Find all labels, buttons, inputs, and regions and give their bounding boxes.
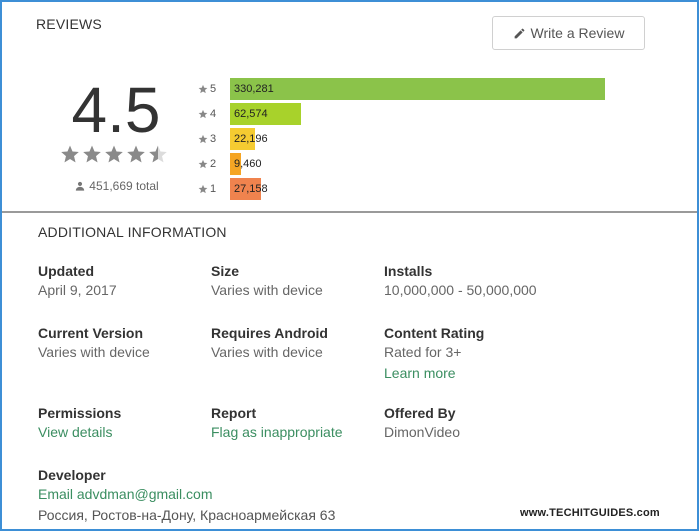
total-ratings-text: 451,669 total <box>89 179 159 193</box>
size-block: Size Varies with device <box>211 262 323 301</box>
current-version-label: Current Version <box>38 325 144 341</box>
histogram-count: 22,196 <box>234 133 268 145</box>
star-icon <box>198 109 208 119</box>
star-icon <box>198 159 208 169</box>
star-full-icon <box>83 145 101 163</box>
offered-by-block: Offered By DimonVideo <box>384 404 460 443</box>
star-icon <box>198 134 208 144</box>
developer-block: Developer Email advdman@gmail.com Россия… <box>38 466 335 526</box>
histogram-row-2: 2 9,460 <box>198 153 262 175</box>
histogram-count: 62,574 <box>234 108 268 120</box>
content-rating-block: Content Rating Rated for 3+ Learn more <box>384 324 484 384</box>
learn-more-link[interactable]: Learn more <box>384 363 484 384</box>
histogram-star-number: 5 <box>210 83 217 95</box>
histogram-row-3: 3 22,196 <box>198 128 268 150</box>
flag-inappropriate-link[interactable]: Flag as inappropriate <box>211 422 343 443</box>
developer-label: Developer <box>38 467 106 483</box>
histogram-row-4: 4 62,574 <box>198 103 301 125</box>
histogram-row-label: 4 <box>198 108 228 120</box>
developer-email-link[interactable]: Email advdman@gmail.com <box>38 484 335 505</box>
permissions-label: Permissions <box>38 405 122 421</box>
histogram-star-number: 1 <box>210 183 217 195</box>
histogram-row-1: 1 27,158 <box>198 178 268 200</box>
requires-android-block: Requires Android Varies with device <box>211 324 328 363</box>
requires-android-value: Varies with device <box>211 344 323 360</box>
watermark: www.TECHITGUIDES.com <box>520 507 660 519</box>
person-icon <box>76 181 85 191</box>
average-rating-stars <box>60 144 168 164</box>
current-version-block: Current Version Varies with device <box>38 324 150 363</box>
installs-label: Installs <box>384 263 433 279</box>
report-label: Report <box>211 405 257 421</box>
updated-value: April 9, 2017 <box>38 282 117 298</box>
content-rating-value: Rated for 3+ <box>384 344 462 360</box>
installs-value: 10,000,000 - 50,000,000 <box>384 282 537 298</box>
reviews-heading: REVIEWS <box>36 16 102 32</box>
pencil-icon <box>514 28 524 38</box>
star-half-icon <box>149 145 167 163</box>
offered-by-value: DimonVideo <box>384 424 461 440</box>
histogram-row-label: 3 <box>198 133 228 145</box>
size-label: Size <box>211 263 240 279</box>
histogram-count: 330,281 <box>234 83 274 95</box>
updated-block: Updated April 9, 2017 <box>38 262 117 301</box>
content-rating-label: Content Rating <box>384 325 485 341</box>
updated-label: Updated <box>38 263 94 279</box>
write-review-button[interactable]: Write a Review <box>492 16 645 50</box>
report-block: Report Flag as inappropriate <box>211 404 343 443</box>
star-full-icon <box>127 145 145 163</box>
star-icon <box>198 184 208 194</box>
view-details-link[interactable]: View details <box>38 422 121 443</box>
histogram-count: 9,460 <box>234 158 262 170</box>
histogram-count: 27,158 <box>234 183 268 195</box>
permissions-block: Permissions View details <box>38 404 121 443</box>
total-ratings: 451,669 total <box>56 179 178 193</box>
additional-info-heading: ADDITIONAL INFORMATION <box>38 224 227 240</box>
section-divider <box>2 211 697 213</box>
offered-by-label: Offered By <box>384 405 456 421</box>
requires-android-label: Requires Android <box>211 325 328 341</box>
average-rating: 4.5 <box>71 74 161 146</box>
histogram-star-number: 3 <box>210 133 217 145</box>
current-version-value: Varies with device <box>38 344 150 360</box>
star-full-icon <box>105 145 123 163</box>
histogram-star-number: 4 <box>210 108 217 120</box>
size-value: Varies with device <box>211 282 323 298</box>
write-review-label: Write a Review <box>530 25 625 41</box>
installs-block: Installs 10,000,000 - 50,000,000 <box>384 262 537 301</box>
star-icon <box>198 84 208 94</box>
histogram-star-number: 2 <box>210 158 217 170</box>
star-full-icon <box>61 145 79 163</box>
histogram-row-5: 5 330,281 <box>198 78 605 100</box>
histogram-row-label: 5 <box>198 83 228 95</box>
histogram-bar <box>230 78 605 100</box>
histogram-row-label: 1 <box>198 183 228 195</box>
histogram-row-label: 2 <box>198 158 228 170</box>
developer-address: Россия, Ростов-на-Дону, Красноармейская … <box>38 507 336 523</box>
